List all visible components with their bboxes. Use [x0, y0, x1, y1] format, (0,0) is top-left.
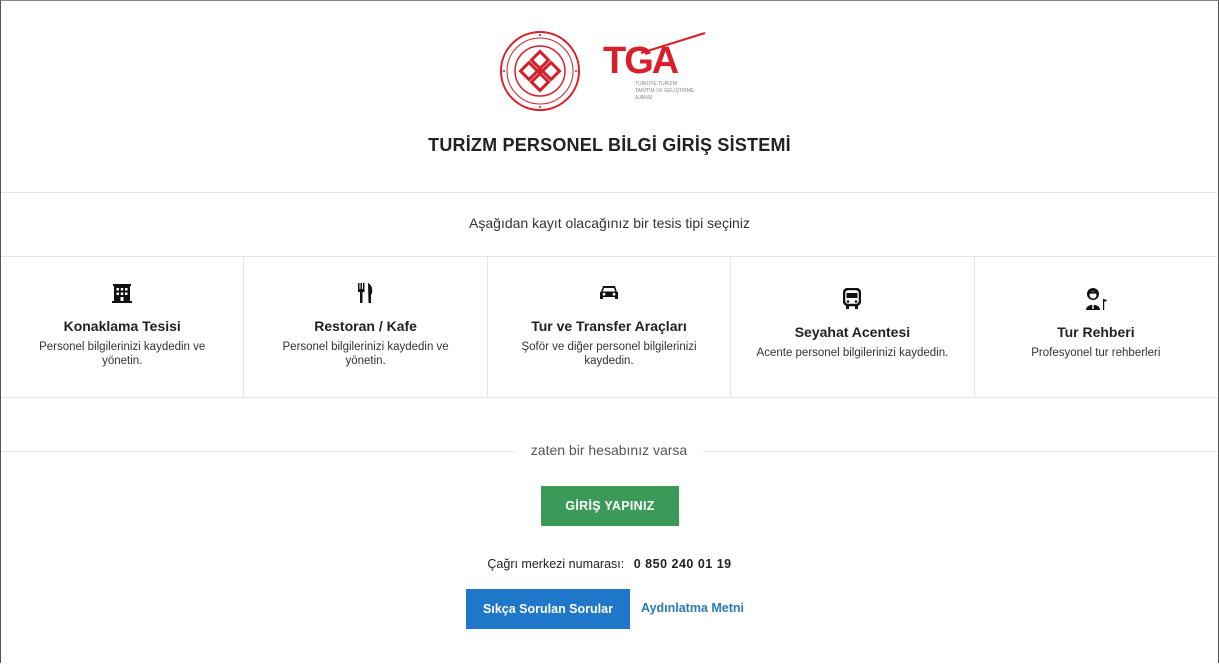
facility-type-cards: Konaklama Tesisi Personel bilgilerinizi … — [1, 256, 1217, 398]
call-center-info: Çağrı merkezi numarası: 0 850 240 01 19 — [0, 557, 1219, 571]
card-title: Tur ve Transfer Araçları — [531, 318, 687, 334]
card-title: Seyahat Acentesi — [794, 324, 911, 340]
card-title: Restoran / Kafe — [314, 318, 417, 334]
svg-text:TGA: TGA — [603, 40, 679, 82]
header-logos: TGA TÜRKİYE TURİZM TANITIM VE GELİŞTİRME… — [0, 30, 1219, 112]
tga-logo: TGA TÜRKİYE TURİZM TANITIM VE GELİŞTİRME… — [601, 31, 721, 111]
login-button[interactable]: GİRİŞ YAPINIZ — [541, 486, 679, 526]
call-center-label: Çağrı merkezi numarası: — [487, 557, 625, 571]
building-icon — [112, 284, 133, 303]
card-description: Personel bilgilerinizi kaydedin ve yönet… — [282, 341, 449, 367]
disclosure-link[interactable]: Aydınlatma Metni — [641, 601, 744, 615]
bus-icon — [843, 288, 862, 309]
tour-guide-icon — [1085, 288, 1108, 310]
card-title: Tur Rehberi — [1057, 324, 1135, 340]
card-description: Personel bilgilerinizi kaydedin ve yönet… — [39, 341, 206, 367]
card-restoran-kafe[interactable]: Restoran / Kafe Personel bilgilerinizi k… — [244, 256, 488, 398]
ministry-seal-logo — [499, 31, 580, 111]
existing-account-label: zaten bir hesabınız varsa — [514, 442, 704, 458]
faq-button[interactable]: Sıkça Sorulan Sorular — [466, 589, 630, 629]
card-title: Konaklama Tesisi — [63, 318, 181, 334]
existing-account-divider: zaten bir hesabınız varsa — [1, 442, 1217, 460]
svg-text:AJANSI: AJANSI — [635, 95, 653, 101]
card-konaklama-tesisi[interactable]: Konaklama Tesisi Personel bilgilerinizi … — [1, 256, 245, 398]
call-center-number: 0 850 240 01 19 — [633, 557, 732, 571]
card-tur-transfer-araclari[interactable]: Tur ve Transfer Araçları Şoför ve diğer … — [488, 256, 732, 398]
car-icon — [600, 286, 619, 299]
card-description: Profesyonel tur rehberleri — [1031, 347, 1161, 359]
svg-text:TANITIM VE GELİŞTİRME: TANITIM VE GELİŞTİRME — [635, 87, 695, 94]
card-description: Şoför ve diğer personel bilgilerinizi ka… — [521, 341, 697, 367]
page-title: TURİZM PERSONEL BİLGİ GİRİŞ SİSTEMİ — [428, 135, 791, 155]
facility-type-prompt: Aşağıdan kayıt olacağınız bir tesis tipi… — [469, 215, 750, 231]
card-tur-rehberi[interactable]: Tur Rehberi Profesyonel tur rehberleri — [975, 256, 1217, 398]
divider — [1, 397, 1217, 398]
card-seyahat-acentesi[interactable]: Seyahat Acentesi Acente personel bilgile… — [731, 256, 975, 398]
fork-knife-icon — [357, 283, 372, 303]
svg-text:TÜRKİYE TURİZM: TÜRKİYE TURİZM — [635, 80, 677, 87]
divider — [1, 192, 1217, 193]
card-description: Acente personel bilgilerinizi kaydedin. — [756, 347, 949, 359]
